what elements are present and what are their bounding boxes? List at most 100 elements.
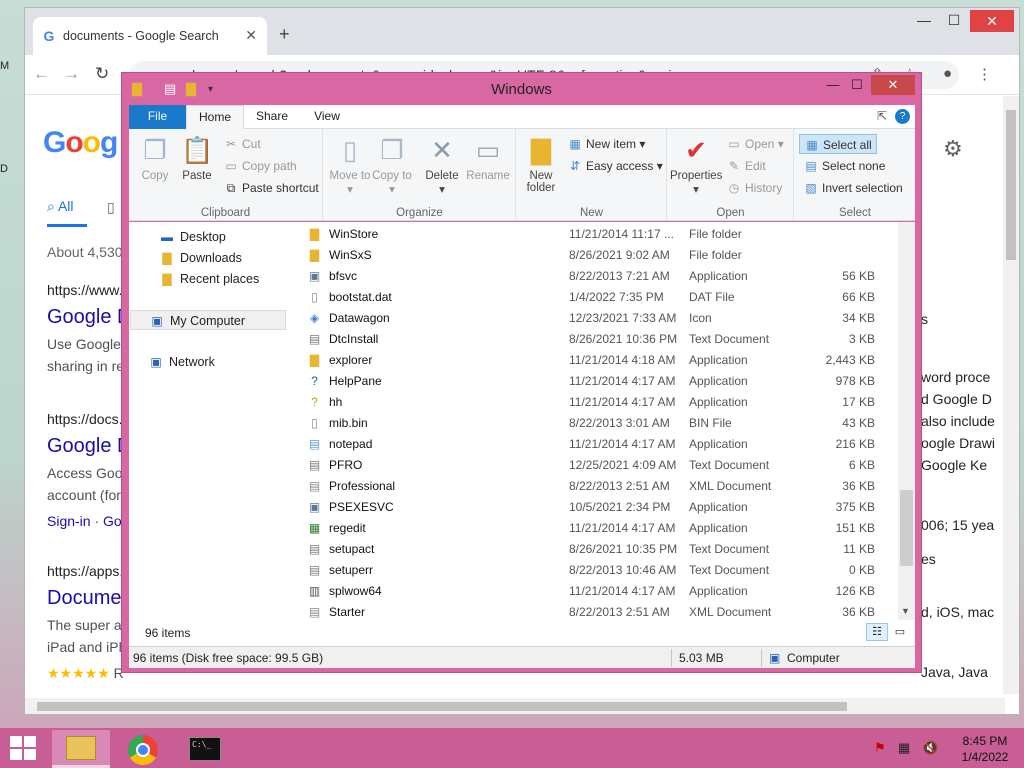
scroll-down-icon[interactable]: ▼ [901,606,910,616]
delete-button[interactable]: ✕ Delete ▾ [420,133,464,196]
easy-access-button[interactable]: ⇵ Easy access ▾ [567,156,663,176]
reload-icon[interactable]: ↻ [95,64,109,84]
minimize-icon[interactable]: — [820,77,846,92]
paste-shortcut-button[interactable]: ⧉ Paste shortcut [223,178,319,198]
move-to-button[interactable]: ▯ Move to ▾ [328,133,372,196]
nav-item-downloads[interactable]: ▇ Downloads [159,248,241,268]
ribbon-expand-icon[interactable]: ⇱ [877,109,887,123]
tab-file[interactable]: File [129,105,186,129]
tab-view[interactable]: View [301,105,353,129]
file-row[interactable]: ▤ notepad 11/21/2014 4:17 AM Application 216… [302,434,898,455]
file-explorer-taskbar-icon[interactable] [52,730,110,768]
images-tab-icon[interactable]: ▯ [107,199,115,216]
new-folder-button[interactable]: ▇ New folder [519,133,563,194]
help-icon[interactable]: ? [895,109,910,124]
large-icons-view-icon[interactable]: ▭ [889,623,911,641]
close-icon[interactable]: ✕ [871,75,915,95]
file-type: Application [689,437,748,451]
file-row[interactable]: ▯ bootstat.dat 1/4/2022 7:35 PM DAT File 66 … [302,287,898,308]
file-row[interactable]: ? hh 11/21/2014 4:17 AM Application 17 KB [302,392,898,413]
file-row[interactable]: ▯ mib.bin 8/22/2013 3:01 AM BIN File 43 KB [302,413,898,434]
explorer-titlebar[interactable]: ▇ ▤ ▇ ▾ Windows — ☐ ✕ [122,73,921,105]
scrollbar-thumb[interactable] [37,702,847,711]
file-list-scrollbar[interactable]: ▼ [898,222,915,620]
network-icon: ▣ [150,355,162,369]
scrollbar-thumb[interactable] [900,490,913,566]
sign-in-link[interactable]: Sign-in [47,513,91,529]
network-tray-icon[interactable]: ▦ [898,740,910,756]
file-row[interactable]: ▦ regedit 11/21/2014 4:17 AM Application 151… [302,518,898,539]
nav-item-desktop[interactable]: ▬ Desktop [159,227,226,247]
tab-home[interactable]: Home [186,105,244,129]
horizontal-scrollbar[interactable] [25,698,1005,714]
file-row[interactable]: ▤ Starter 8/22/2013 2:51 AM XML Document 36 … [302,602,898,620]
select-none-button[interactable]: ▤ Select none [803,156,885,176]
details-view-icon[interactable]: ☷ [866,623,888,641]
copy-path-button[interactable]: ▭ Copy path [223,156,296,176]
result-title[interactable]: Docume [47,587,126,610]
file-type: BIN File [689,416,732,430]
nav-item-recent-places[interactable]: ▇ Recent places [159,269,259,289]
settings-gear-icon[interactable]: ⚙ [943,136,963,162]
new-tab-icon[interactable]: + [279,24,290,45]
file-date: 10/5/2021 2:34 PM [569,500,671,514]
file-row[interactable]: ? HelpPane 11/21/2014 4:17 AM Application 97… [302,371,898,392]
file-row[interactable]: ▤ setupact 8/26/2021 10:35 PM Text Document… [302,539,898,560]
edit-button[interactable]: ✎ Edit [726,156,766,176]
select-all-button[interactable]: ▦ Select all [799,134,877,154]
profile-icon[interactable]: ● [943,65,952,82]
tab-share[interactable]: Share [246,105,298,129]
history-button[interactable]: ◷ History [726,178,783,198]
windows-start-icon[interactable] [10,736,38,762]
file-row[interactable]: ▇ WinStore 11/21/2014 11:17 ... File folder [302,224,898,245]
help-icon: ? [311,374,318,388]
chrome-taskbar-icon[interactable] [114,730,172,768]
maximize-icon[interactable]: ☐ [939,12,969,29]
command-prompt-taskbar-icon[interactable]: C:\_ [176,730,234,768]
minimize-icon[interactable]: — [909,12,939,28]
move-to-icon: ▯ [342,135,358,165]
maximize-icon[interactable]: ☐ [844,77,870,93]
file-row[interactable]: ▤ setuperr 8/22/2013 10:46 AM Text Document… [302,560,898,581]
close-window-icon[interactable]: ✕ [970,10,1014,32]
new-item-button[interactable]: ▦ New item ▾ [567,134,645,154]
menu-icon[interactable]: ⋮ [977,65,992,83]
file-row[interactable]: ▤ Professional 8/22/2013 2:51 AM XML Docume… [302,476,898,497]
result-title[interactable]: Google D [47,306,132,329]
result-url[interactable]: https://docs. [47,411,132,427]
file-row[interactable]: ▇ WinSxS 8/26/2021 9:02 AM File folder [302,245,898,266]
paste-button[interactable]: 📋 Paste [175,133,219,182]
browser-tab[interactable]: G documents - Google Search ✕ [33,17,267,55]
close-tab-icon[interactable]: ✕ [245,27,257,44]
copy-to-button[interactable]: ❐ Copy to ▾ [370,133,414,196]
tab-all[interactable]: ⌕ All [47,198,87,227]
properties-button[interactable]: ✔ Properties ▾ [670,133,722,196]
rename-button[interactable]: ▭ Rename [466,133,510,182]
file-row[interactable]: ▇ explorer 11/21/2014 4:18 AM Application 2,… [302,350,898,371]
file-row[interactable]: ▥ splwow64 11/21/2014 4:17 AM Application 12… [302,581,898,602]
file-row[interactable]: ▣ bfsvc 8/22/2013 7:21 AM Application 56 KB [302,266,898,287]
invert-selection-button[interactable]: ▧ Invert selection [803,178,902,198]
forward-icon[interactable]: → [63,64,80,84]
result-title[interactable]: Google D [47,435,132,458]
volume-muted-icon[interactable]: 🔇 [922,740,938,756]
action-center-flag-icon[interactable]: ⚑ [874,740,886,756]
file-row[interactable]: ▤ DtcInstall 8/26/2021 10:36 PM Text Docume… [302,329,898,350]
nav-item-network[interactable]: ▣ Network [148,352,215,372]
page-scrollbar[interactable] [1003,96,1019,694]
result-url[interactable]: https://www. [47,282,132,298]
system-clock[interactable]: 8:45 PM 1/4/2022 [950,733,1020,765]
scrollbar-thumb[interactable] [1006,110,1016,260]
file-row[interactable]: ◈ Datawagon 12/23/2021 7:33 AM Icon 34 KB [302,308,898,329]
file-row[interactable]: ▣ PSEXESVC 10/5/2021 2:34 PM Application 375… [302,497,898,518]
result-url[interactable]: https://apps. [47,563,126,579]
sitelink[interactable]: Go [103,513,122,529]
copy-button[interactable]: ❐ Copy [133,133,177,182]
back-icon[interactable]: ← [33,64,50,84]
nav-item-my-computer[interactable]: ▣ My Computer [130,310,286,330]
file-date: 11/21/2014 4:17 AM [569,395,676,409]
file-row[interactable]: ▤ PFRO 12/25/2021 4:09 AM Text Document 6 KB [302,455,898,476]
open-button[interactable]: ▭ Open ▾ [726,134,783,154]
cut-button[interactable]: ✂ Cut [223,134,261,154]
google-logo[interactable]: Goog [43,126,118,160]
